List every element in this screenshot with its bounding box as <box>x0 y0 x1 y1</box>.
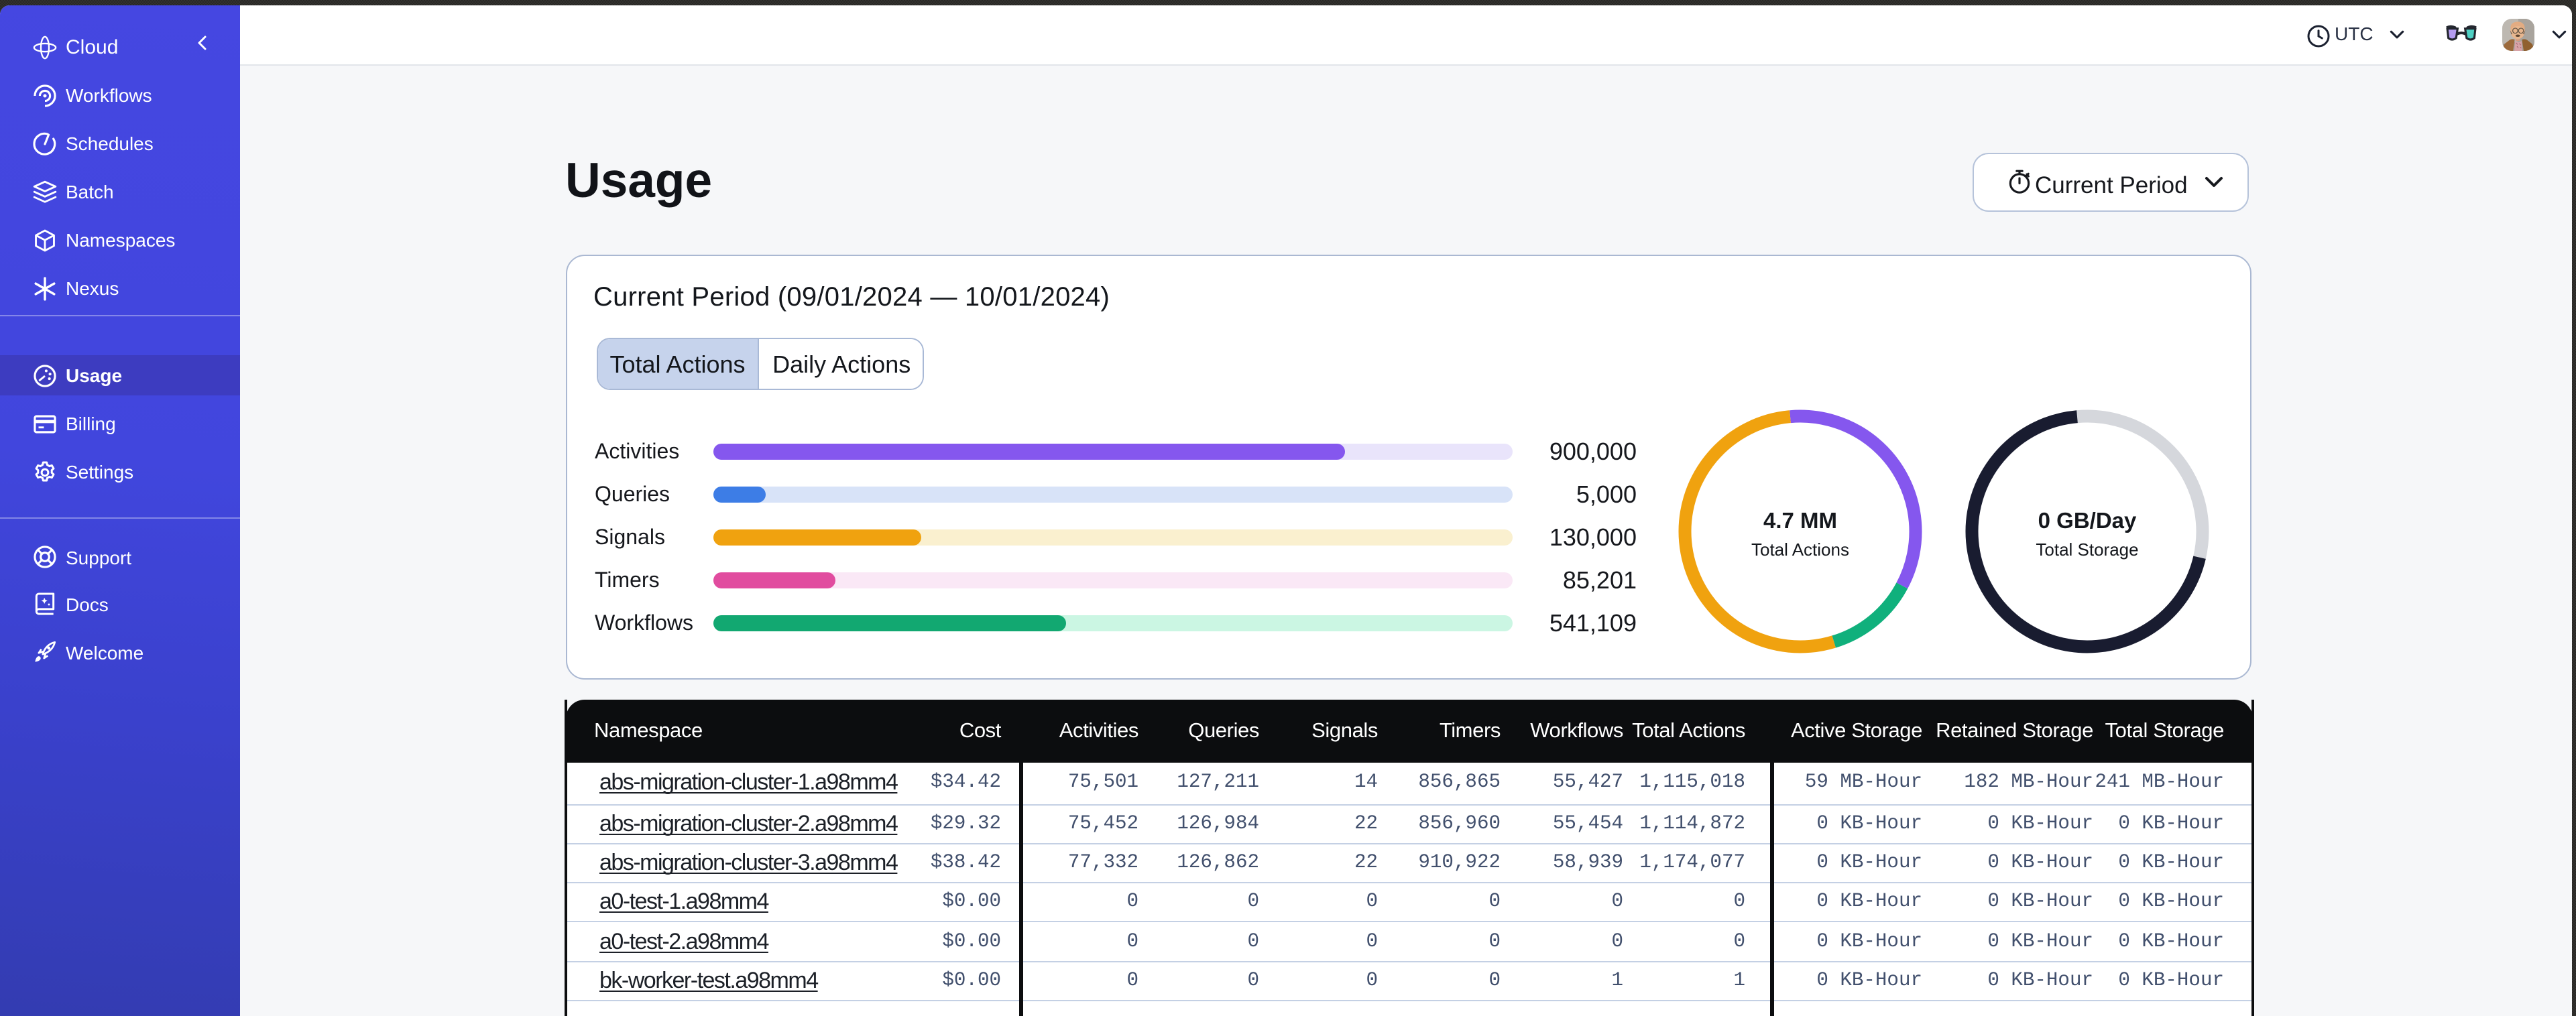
svg-text:Total Storage: Total Storage <box>2035 539 2138 560</box>
svg-text:4.7 MM: 4.7 MM <box>1763 507 1836 532</box>
svg-text:Total Actions: Total Actions <box>1751 539 1849 560</box>
svg-text:0 GB/Day: 0 GB/Day <box>2038 507 2136 532</box>
